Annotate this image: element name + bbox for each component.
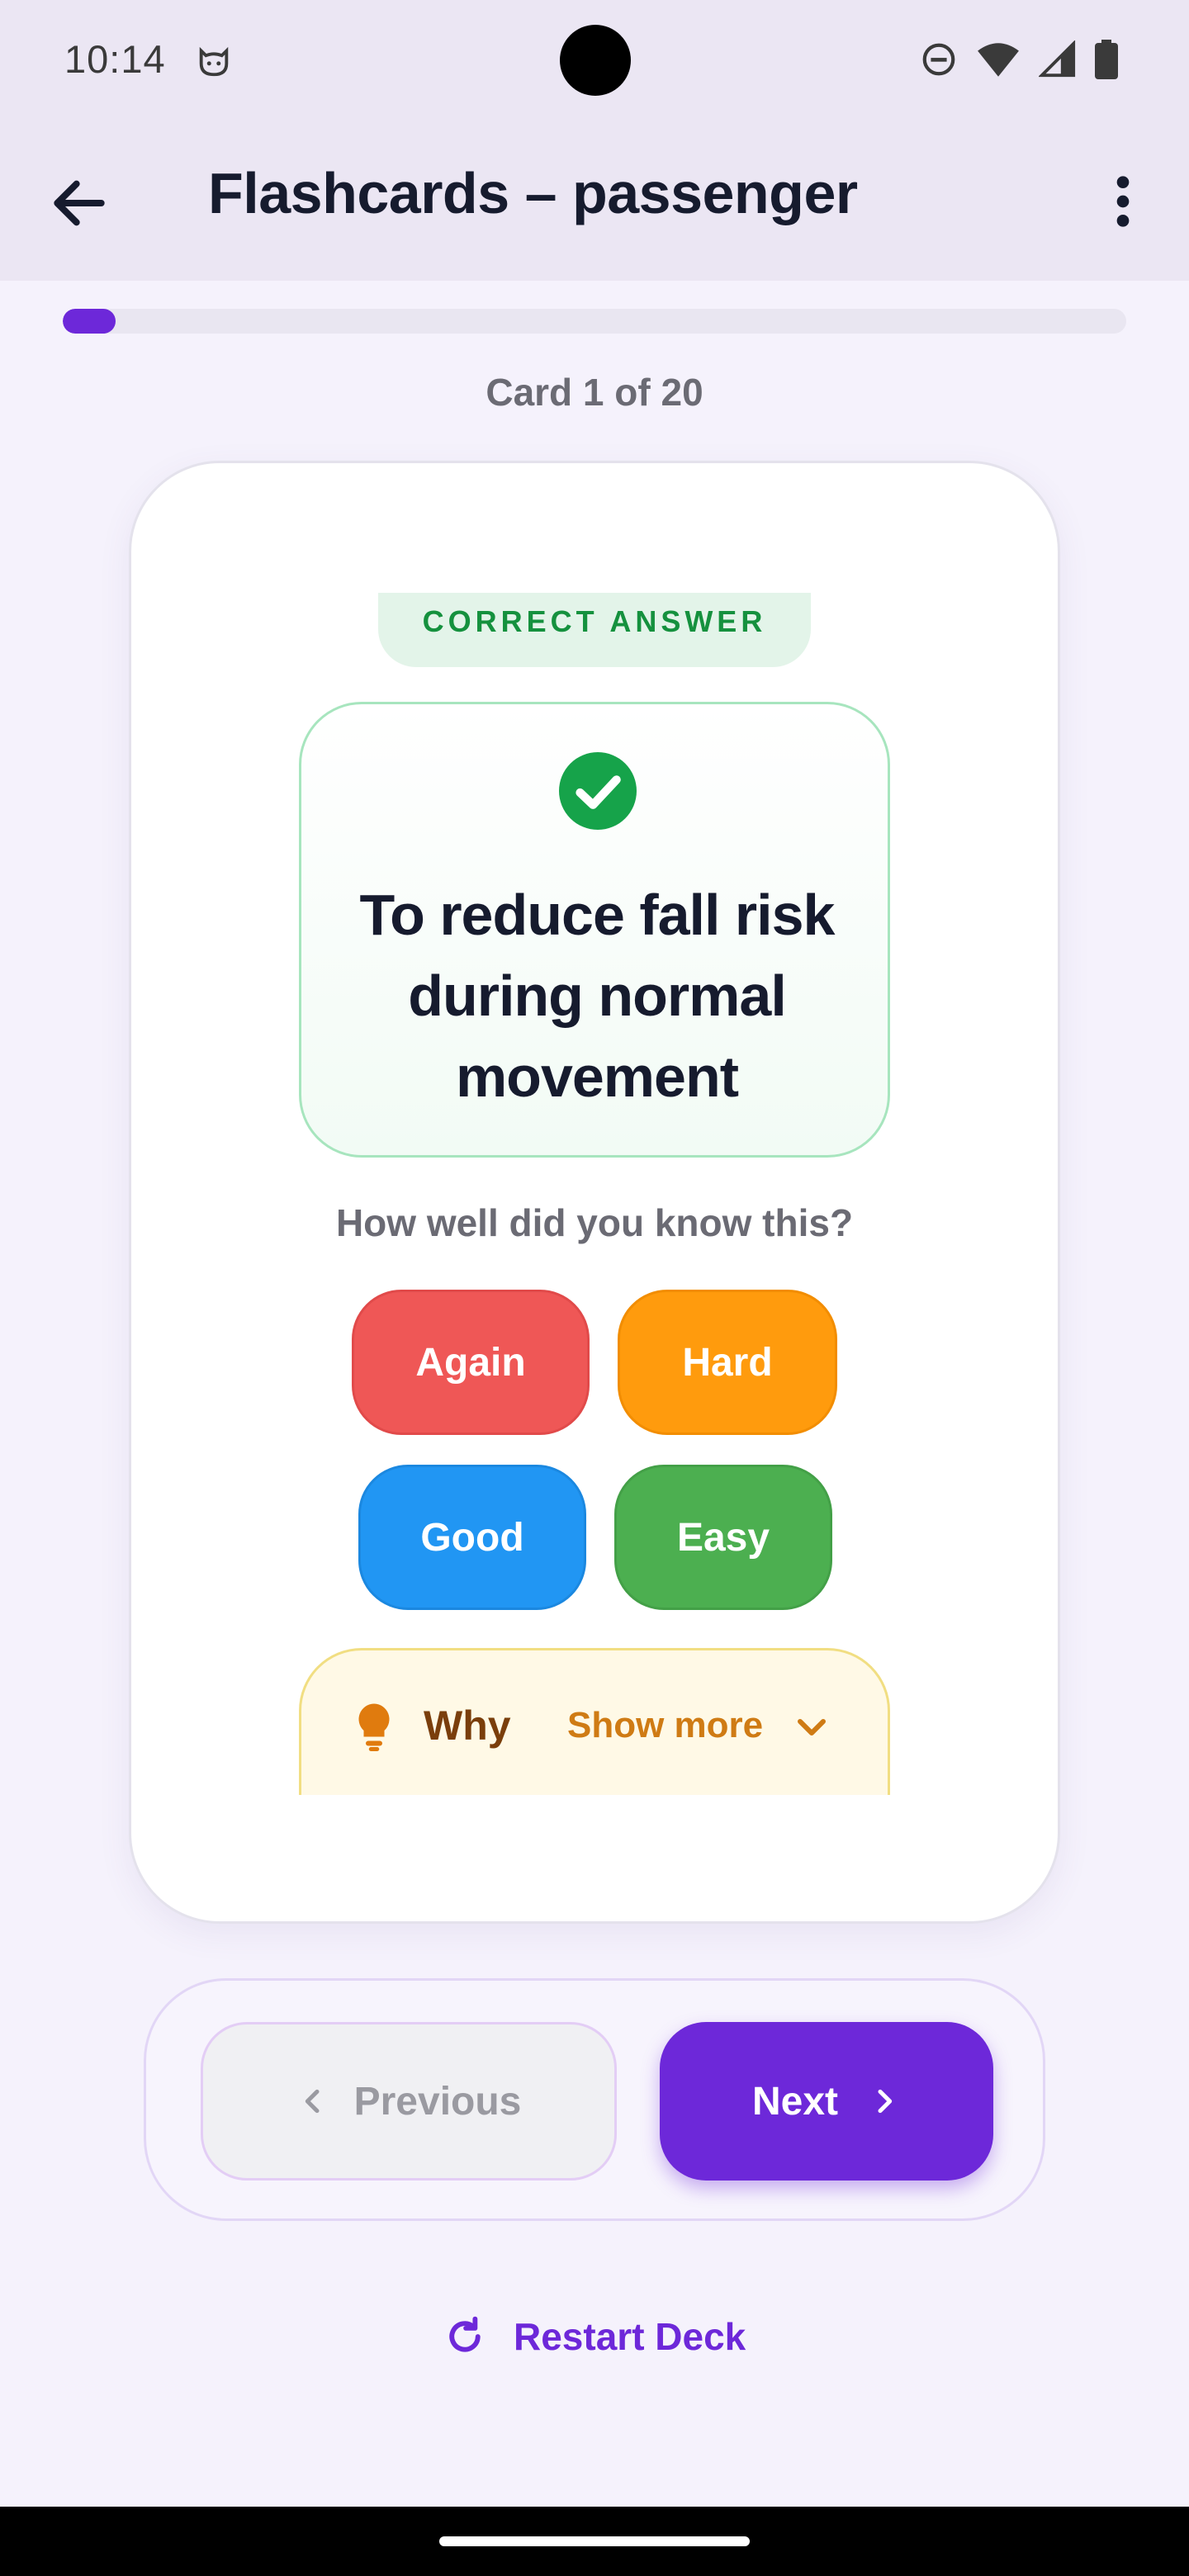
card-navigation: Previous Next bbox=[144, 1978, 1045, 2221]
correct-answer-badge: CORRECT ANSWER bbox=[378, 593, 811, 667]
previous-button[interactable]: Previous bbox=[201, 2022, 617, 2181]
restart-icon bbox=[449, 2316, 481, 2352]
answer-box: To reduce fall risk during normal moveme… bbox=[299, 702, 890, 1158]
chevron-left-icon bbox=[305, 2089, 320, 2114]
home-gesture-handle[interactable] bbox=[439, 2536, 750, 2546]
check-circle-icon bbox=[559, 752, 637, 830]
back-arrow-icon[interactable] bbox=[46, 170, 112, 236]
app-bar: Flashcards – passenger bbox=[0, 121, 1189, 281]
camera-cutout bbox=[560, 25, 631, 96]
restart-deck-button[interactable]: Restart Deck bbox=[443, 2307, 746, 2366]
show-more-toggle[interactable]: Show more bbox=[567, 1705, 763, 1746]
deck-progress-fill bbox=[63, 309, 116, 334]
card-counter: Card 1 of 20 bbox=[486, 371, 703, 414]
do-not-disturb-icon bbox=[922, 43, 955, 76]
status-time: 10:14 bbox=[64, 37, 166, 81]
page-title: Flashcards – passenger bbox=[208, 161, 858, 225]
cellular-signal-icon bbox=[1039, 40, 1076, 78]
lightbulb-icon bbox=[358, 1703, 390, 1751]
hard-button[interactable]: Hard bbox=[618, 1290, 837, 1435]
status-icons bbox=[920, 38, 1118, 81]
chevron-right-icon bbox=[878, 2089, 893, 2114]
answer-text: To reduce fall risk during normal moveme… bbox=[359, 883, 836, 1109]
wifi-icon bbox=[978, 43, 1019, 77]
next-label: Next bbox=[751, 2079, 839, 2124]
easy-button[interactable]: Easy bbox=[614, 1465, 832, 1610]
next-button[interactable]: Next bbox=[660, 2022, 993, 2181]
good-button[interactable]: Good bbox=[358, 1465, 586, 1610]
why-label: Why bbox=[424, 1702, 511, 1749]
restart-label: Restart Deck bbox=[514, 2315, 746, 2358]
cat-notification-icon bbox=[199, 46, 229, 77]
rating-prompt: How well did you know this? bbox=[335, 1201, 854, 1244]
battery-icon bbox=[1095, 40, 1118, 79]
more-vertical-icon[interactable] bbox=[1090, 167, 1156, 236]
chevron-down-icon[interactable] bbox=[792, 1708, 831, 1748]
previous-label: Previous bbox=[353, 2079, 522, 2124]
why-explanation-panel[interactable]: Why Show more bbox=[299, 1648, 890, 1795]
system-gesture-bar bbox=[0, 2507, 1189, 2576]
again-button[interactable]: Again bbox=[352, 1290, 590, 1435]
status-bar: 10:14 bbox=[0, 0, 1189, 121]
deck-progress-bar bbox=[63, 309, 1126, 334]
